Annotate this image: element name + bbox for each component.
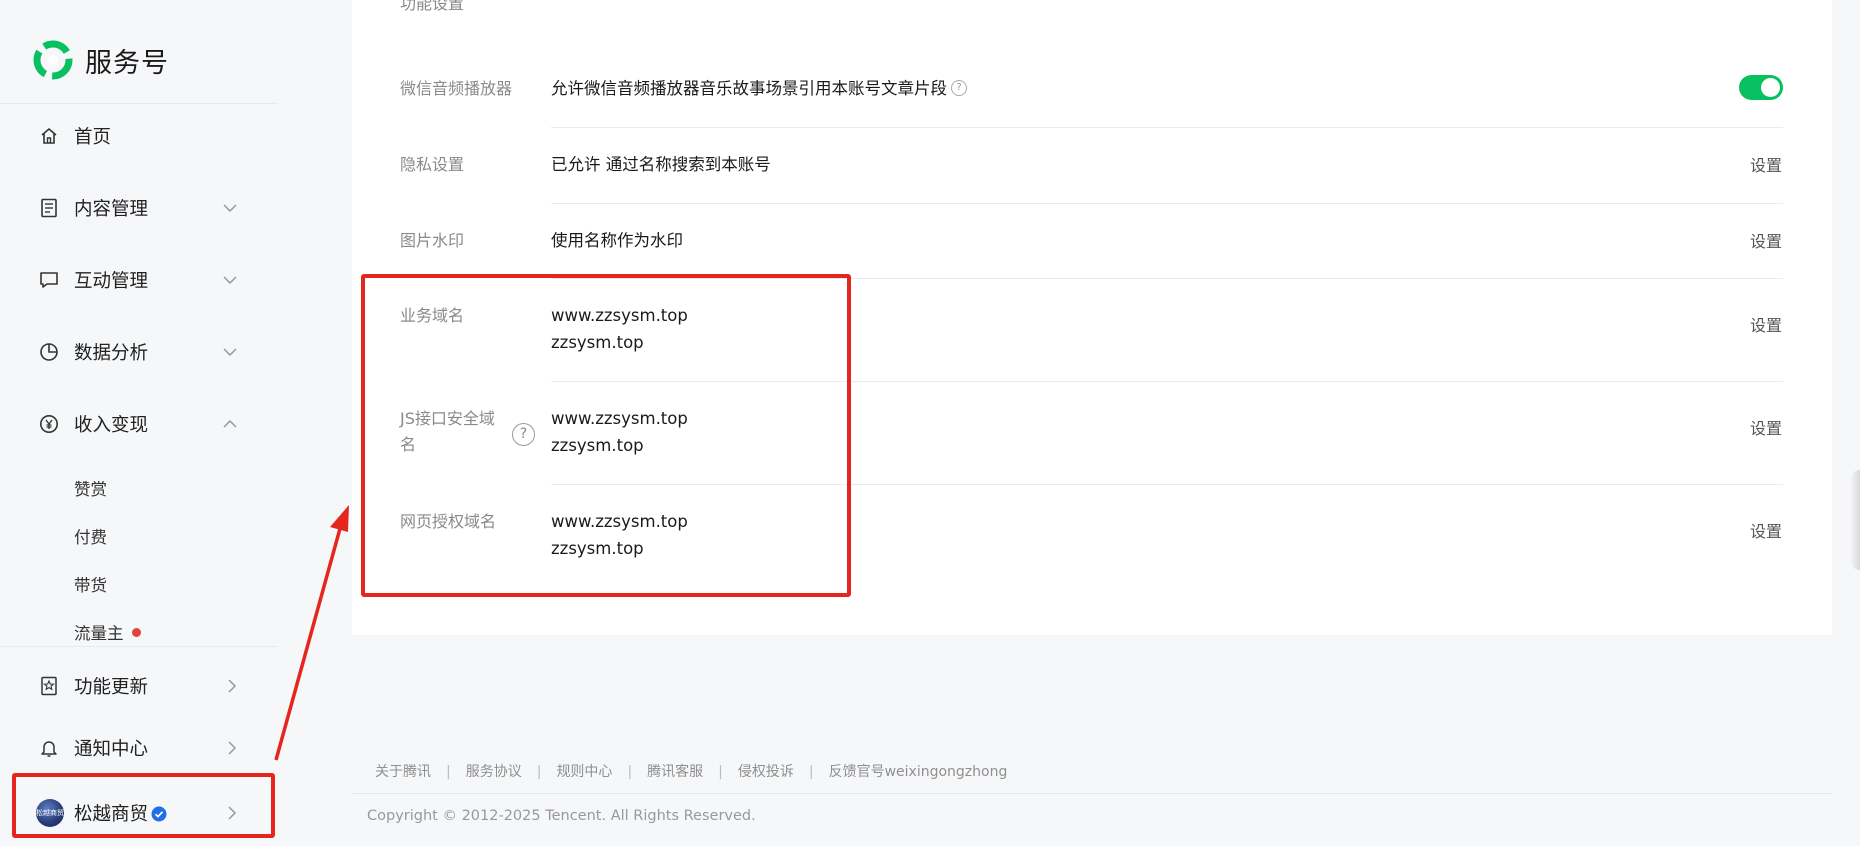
chevron-up-icon bbox=[223, 419, 237, 428]
setting-label-business-domain: 业务域名 bbox=[400, 306, 465, 325]
chat-icon bbox=[38, 269, 60, 291]
sidebar-item-interaction[interactable]: 互动管理 bbox=[0, 252, 278, 308]
setting-value-text: 允许微信音频播放器音乐故事场景引用本账号文章片段 bbox=[551, 79, 947, 98]
row-divider bbox=[551, 484, 1783, 485]
sidebar-item-label: 互动管理 bbox=[74, 271, 149, 292]
service-account-logo-icon bbox=[33, 40, 73, 80]
row-divider bbox=[551, 381, 1783, 382]
scroll-edge-shadow bbox=[1850, 470, 1860, 570]
setting-label-watermark: 图片水印 bbox=[400, 231, 465, 250]
sidebar-item-updates[interactable]: 功能更新 bbox=[0, 658, 278, 714]
help-icon[interactable]: ? bbox=[951, 79, 967, 96]
sidebar-subitem-commerce[interactable]: 带货 bbox=[74, 572, 107, 596]
pie-chart-icon bbox=[38, 341, 60, 363]
business-domain-value-1: www.zzsysm.top bbox=[551, 306, 688, 325]
sidebar-item-label: 收入变现 bbox=[74, 415, 149, 436]
notification-dot bbox=[131, 628, 141, 637]
footer-link-support[interactable]: 腾讯客服 bbox=[647, 764, 703, 780]
help-icon[interactable]: ? bbox=[512, 423, 535, 446]
account-name: 松越商贸 bbox=[74, 800, 167, 826]
sidebar-item-content[interactable]: 内容管理 bbox=[0, 180, 278, 236]
footer-links: 关于腾讯 | 服务协议 | 规则中心 | 腾讯客服 | 侵权投诉 | 反馈官号weixingongz… bbox=[375, 764, 1008, 780]
setting-value-watermark: 使用名称作为水印 bbox=[551, 231, 683, 250]
account-name-text: 松越商贸 bbox=[74, 804, 149, 825]
bell-icon bbox=[38, 737, 60, 759]
sidebar-subitem-reward[interactable]: 赞赏 bbox=[74, 476, 107, 500]
js-domain-value-2: zzsysm.top bbox=[551, 436, 644, 455]
footer-link-terms[interactable]: 服务协议 bbox=[466, 764, 522, 780]
business-domain-value-2: zzsysm.top bbox=[551, 333, 644, 352]
row-divider bbox=[551, 278, 1783, 279]
row-divider bbox=[551, 127, 1783, 128]
sidebar-item-monetization[interactable]: 收入变现 bbox=[0, 396, 278, 452]
chevron-down-icon bbox=[223, 276, 237, 285]
yen-icon bbox=[38, 413, 60, 435]
app-title: 服务号 bbox=[85, 47, 169, 79]
js-domain-value-1: www.zzsysm.top bbox=[551, 409, 688, 428]
sidebar-item-notifications[interactable]: 通知中心 bbox=[0, 720, 278, 776]
sidebar-subitem-label: 流量主 bbox=[74, 624, 124, 643]
sidebar-account[interactable]: 松越商贸 松越商贸 bbox=[0, 785, 278, 841]
sidebar-item-home[interactable]: 首页 bbox=[0, 108, 278, 164]
row-divider bbox=[551, 203, 1783, 204]
sidebar-subitem-traffic-owner[interactable]: 流量主 bbox=[74, 620, 141, 644]
business-domain-settings-link[interactable]: 设置 bbox=[1750, 312, 1782, 336]
sidebar-item-label: 数据分析 bbox=[74, 343, 149, 364]
oauth-domain-value-1: www.zzsysm.top bbox=[551, 512, 688, 531]
sidebar: 服务号 首页 内容管理 互动管理 数据分析 收入变现 赞赏 付费 带货 流量主 … bbox=[0, 0, 278, 846]
sidebar-item-label: 首页 bbox=[74, 127, 112, 148]
sidebar-item-label: 通知中心 bbox=[74, 739, 149, 760]
toggle-knob bbox=[1761, 78, 1780, 97]
audio-player-toggle[interactable] bbox=[1739, 75, 1783, 100]
sidebar-divider bbox=[0, 646, 278, 647]
chevron-down-icon bbox=[223, 348, 237, 357]
chevron-right-icon bbox=[228, 806, 237, 820]
avatar: 松越商贸 bbox=[36, 799, 64, 827]
sidebar-item-label: 内容管理 bbox=[74, 199, 149, 220]
sidebar-subitem-paid[interactable]: 付费 bbox=[74, 524, 107, 548]
js-domain-settings-link[interactable]: 设置 bbox=[1750, 415, 1782, 439]
update-icon bbox=[38, 675, 60, 697]
oauth-domain-value-2: zzsysm.top bbox=[551, 539, 644, 558]
privacy-settings-link[interactable]: 设置 bbox=[1750, 152, 1782, 176]
sidebar-item-analytics[interactable]: 数据分析 bbox=[0, 324, 278, 380]
setting-label-privacy: 隐私设置 bbox=[400, 155, 465, 174]
setting-value-audio-player: 允许微信音频播放器音乐故事场景引用本账号文章片段? bbox=[551, 75, 967, 102]
footer-link-rules[interactable]: 规则中心 bbox=[556, 764, 612, 780]
footer-link-feedback[interactable]: 反馈官号weixingongzhong bbox=[829, 764, 1008, 780]
home-icon bbox=[38, 125, 60, 147]
oauth-domain-settings-link[interactable]: 设置 bbox=[1750, 518, 1782, 542]
chevron-down-icon bbox=[223, 204, 237, 213]
chevron-right-icon bbox=[228, 741, 237, 755]
setting-label-oauth-domain: 网页授权域名 bbox=[400, 512, 497, 531]
setting-label-js-domain: JS接口安全域名 bbox=[400, 409, 495, 454]
app-logo[interactable]: 服务号 bbox=[33, 40, 169, 80]
section-heading: 功能设置 bbox=[400, 0, 465, 13]
footer-link-about[interactable]: 关于腾讯 bbox=[375, 764, 431, 780]
copyright-text: Copyright © 2012-2025 Tencent. All Right… bbox=[367, 808, 756, 824]
sidebar-item-label: 功能更新 bbox=[74, 677, 149, 698]
chevron-right-icon bbox=[228, 679, 237, 693]
setting-label-audio-player: 微信音频播放器 bbox=[400, 79, 513, 98]
verified-badge-icon bbox=[151, 806, 167, 822]
sidebar-divider bbox=[0, 103, 278, 104]
watermark-settings-link[interactable]: 设置 bbox=[1750, 228, 1782, 252]
footer-divider bbox=[352, 793, 1832, 794]
setting-value-privacy: 已允许 通过名称搜索到本账号 bbox=[551, 155, 771, 174]
footer-link-infringement[interactable]: 侵权投诉 bbox=[738, 764, 794, 780]
document-icon bbox=[38, 197, 60, 219]
